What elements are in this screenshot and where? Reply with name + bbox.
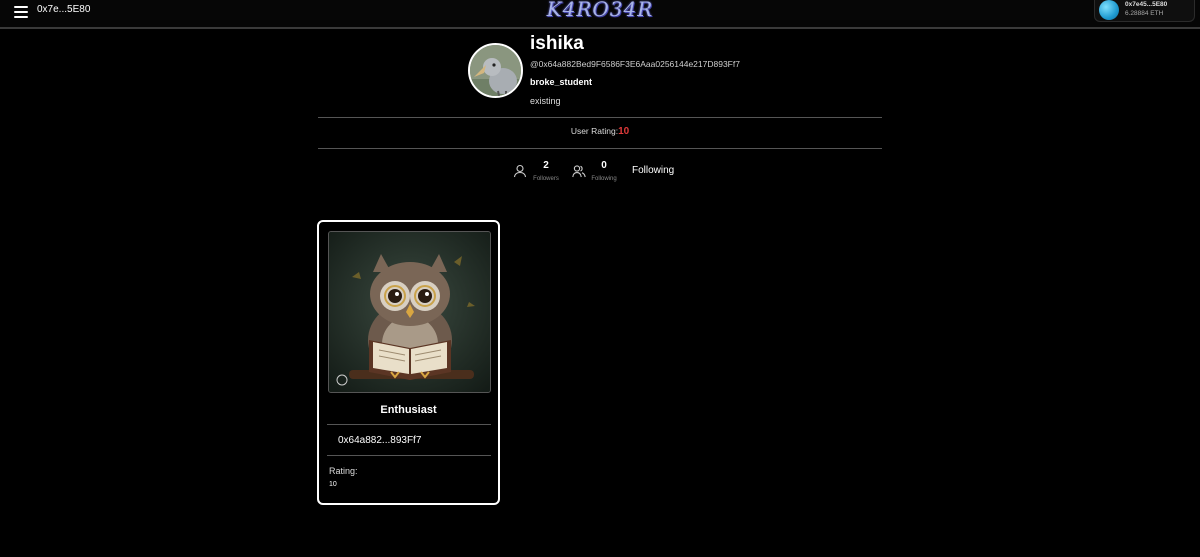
user-icon <box>513 164 527 178</box>
top-bar: 0x7e...5E80 K4RO34R 0x7e45...5E80 6.2888… <box>0 0 1200 29</box>
wallet-balance: 6.28884 ETH <box>1125 10 1164 17</box>
site-logo[interactable]: K4RO34R <box>540 0 660 21</box>
profile-name: ishika <box>530 33 584 54</box>
divider <box>318 148 882 149</box>
card-divider <box>327 455 491 456</box>
nft-rating-label: Rating: <box>329 466 358 476</box>
wallet-avatar-icon <box>1099 0 1119 20</box>
wallet-address: 0x7e45...5E80 <box>1125 1 1168 8</box>
followers-label: Followers <box>533 176 559 182</box>
bird-avatar-image <box>470 45 521 96</box>
nft-owner-address[interactable]: 0x64a882...893Ff7 <box>338 435 421 446</box>
nft-rating-value: 10 <box>329 481 337 488</box>
owl-reading-image <box>329 232 490 392</box>
card-divider <box>327 424 491 425</box>
user-rating: User Rating:10 <box>318 126 882 137</box>
user-rating-label: User Rating: <box>570 126 619 136</box>
hamburger-menu-icon[interactable] <box>14 6 28 19</box>
user-rating-value: 10 <box>618 126 630 137</box>
following-count[interactable]: 0 <box>589 160 619 171</box>
account-address[interactable]: 0x7e...5E80 <box>37 4 90 15</box>
nft-image <box>328 231 491 393</box>
nft-card[interactable]: Enthusiast 0x64a882...893Ff7 Rating: 10 <box>317 220 500 505</box>
profile-nickname: broke_student <box>530 77 593 87</box>
profile-handle: @0x64a882Bed9F6586F3E6Aaa0256144e217D893… <box>530 59 740 69</box>
profile-bio: existing <box>530 96 561 106</box>
nft-title: Enthusiast <box>380 404 437 416</box>
profile-avatar <box>468 43 523 98</box>
following-label: Following <box>591 176 617 182</box>
following-button[interactable]: Following <box>632 165 674 176</box>
wallet-widget[interactable]: 0x7e45...5E80 6.28884 ETH <box>1094 0 1195 22</box>
divider <box>318 117 882 118</box>
followers-count[interactable]: 2 <box>531 160 561 171</box>
